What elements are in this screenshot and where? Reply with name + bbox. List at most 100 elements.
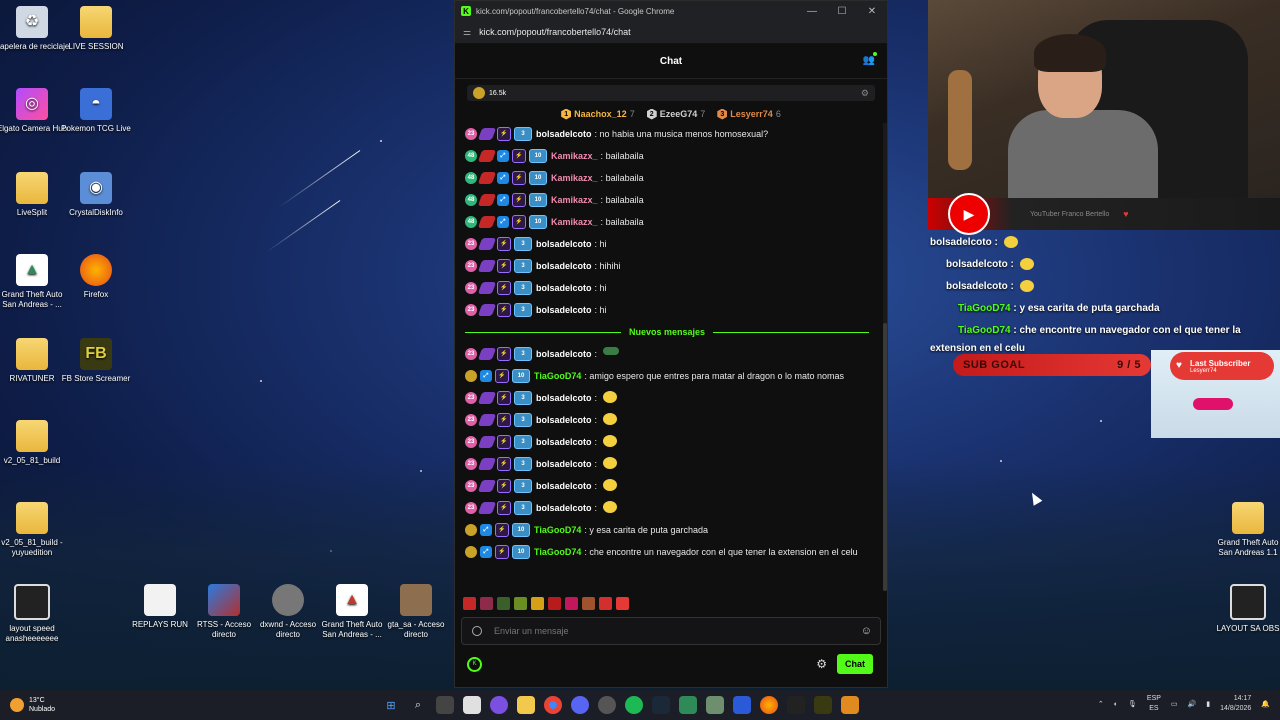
chat-username[interactable]: Kamikazx_ xyxy=(551,171,598,185)
desktop-icon-gta-11[interactable]: Grand Theft Auto San Andreas 1.1 xyxy=(1210,502,1280,558)
sub-badge: 3 xyxy=(514,259,532,273)
desktop-icon-gta-sa-exe[interactable]: gta_sa - Acceso directo xyxy=(378,584,454,640)
minimize-button[interactable]: — xyxy=(797,6,827,17)
emote-icon[interactable] xyxy=(463,596,476,610)
gta-taskbar-icon[interactable] xyxy=(679,696,697,714)
badge-icon xyxy=(477,436,497,448)
chat-username[interactable]: TiaGooD74 xyxy=(534,523,581,537)
chat-message-list[interactable]: 23 ⚡ 3 bolsadelcoto: no habia una musica me… xyxy=(455,123,879,591)
site-settings-icon[interactable]: ⚌ xyxy=(463,27,471,38)
leader-item[interactable]: 1 Naachox_12 7 xyxy=(561,108,635,120)
obs-icon[interactable] xyxy=(598,696,616,714)
emote-icon[interactable] xyxy=(616,596,629,610)
chat-username[interactable]: bolsadelcoto xyxy=(536,479,592,493)
file-explorer-icon[interactable] xyxy=(517,696,535,714)
clock[interactable]: 14:17 14/8/2026 xyxy=(1220,694,1251,714)
chat-username[interactable]: bolsadelcoto xyxy=(536,501,592,515)
chat-username[interactable]: TiaGooD74 xyxy=(534,545,581,559)
leader-name[interactable]: EzeeG74 xyxy=(660,109,698,119)
steam-icon[interactable] xyxy=(652,696,670,714)
chat-username[interactable]: Kamikazx_ xyxy=(551,149,598,163)
leader-name[interactable]: Lesyerr74 xyxy=(730,109,773,119)
elgato-taskbar-icon[interactable] xyxy=(490,696,508,714)
desktop-icon-build-yuyu[interactable]: v2_05_81_build - yuyuedition xyxy=(0,502,70,558)
close-button[interactable]: ✕ xyxy=(857,6,887,17)
chat-scrollbar[interactable] xyxy=(883,123,887,591)
chat-username[interactable]: bolsadelcoto xyxy=(536,127,592,141)
battery-icon[interactable]: ▮ xyxy=(1206,700,1210,708)
smiley-icon[interactable]: ☺ xyxy=(861,625,872,637)
chevron-up-icon[interactable]: ⌃ xyxy=(1098,700,1104,708)
leader-item[interactable]: 2 EzeeG74 7 xyxy=(646,108,705,120)
chat-username[interactable]: Kamikazx_ xyxy=(551,193,598,207)
pinned-gift-bar[interactable]: 16.5k ⚙ xyxy=(467,85,875,101)
language-indicator[interactable]: ESP ES xyxy=(1147,694,1161,714)
chat-input-box[interactable]: ☺ xyxy=(461,617,881,645)
fb-taskbar-icon[interactable] xyxy=(814,696,832,714)
discord-icon[interactable] xyxy=(571,696,589,714)
chat-username[interactable]: bolsadelcoto xyxy=(536,259,592,273)
app-icon[interactable] xyxy=(706,696,724,714)
meteor xyxy=(265,200,341,253)
search-icon[interactable]: ⌕ xyxy=(409,696,427,714)
desktop-icon-pokemon[interactable]: ◓ Pokemon TCG Live xyxy=(58,88,134,134)
gear-icon[interactable]: ⚙ xyxy=(861,88,869,99)
emote-icon[interactable] xyxy=(514,596,527,610)
task-view-icon[interactable] xyxy=(436,696,454,714)
desktop-icon-crystaldiskinfo[interactable]: ◉ CrystalDiskInfo xyxy=(58,172,134,218)
chat-colon: : xyxy=(600,173,604,183)
emote-icon[interactable] xyxy=(531,596,544,610)
desktop-icon-fb-store[interactable]: FB FB Store Screamer xyxy=(58,338,134,384)
send-chat-button[interactable]: Chat xyxy=(837,654,873,674)
chat-username[interactable]: bolsadelcoto xyxy=(536,303,592,317)
maximize-button[interactable]: ☐ xyxy=(827,6,857,17)
remote-desktop-icon[interactable] xyxy=(733,696,751,714)
chat-username[interactable]: bolsadelcoto xyxy=(536,237,592,251)
users-icon[interactable]: 👥 xyxy=(863,55,875,66)
weather-widget[interactable]: 13°C Nublado xyxy=(10,696,55,714)
emote-bar[interactable] xyxy=(463,595,629,611)
chrome-icon[interactable] xyxy=(544,696,562,714)
desktop-icon-layout-speed[interactable]: layout speed anasheeeeeee xyxy=(0,584,70,644)
emote-icon[interactable] xyxy=(599,596,612,610)
microphone-icon[interactable]: 🎙 xyxy=(1128,700,1137,708)
bolt-badge-icon: ⚡ xyxy=(497,391,511,405)
chat-username[interactable]: Kamikazx_ xyxy=(551,215,598,229)
emote-icon[interactable] xyxy=(480,596,493,610)
address-bar[interactable]: ⚌ kick.com/popout/francobertello74/chat xyxy=(455,21,887,44)
network-icon[interactable]: ◐ xyxy=(1114,701,1118,708)
emote-icon[interactable] xyxy=(548,596,561,610)
desktop-icon-live-session[interactable]: LIVE SESSION xyxy=(58,6,134,52)
app-icon[interactable] xyxy=(841,696,859,714)
gta-sa-icon xyxy=(400,584,432,616)
desktop-icon-build[interactable]: v2_05_81_build xyxy=(0,420,70,466)
spotify-icon[interactable] xyxy=(625,696,643,714)
chat-username[interactable]: bolsadelcoto xyxy=(536,435,592,449)
leader-item[interactable]: 3 Lesyerr74 6 xyxy=(717,108,781,120)
firefox-taskbar-icon[interactable] xyxy=(760,696,778,714)
emote-icon[interactable] xyxy=(497,596,510,610)
chat-username[interactable]: bolsadelcoto xyxy=(536,457,592,471)
store-icon[interactable] xyxy=(463,696,481,714)
crown-badge-icon xyxy=(465,546,477,558)
kick-icon[interactable]: K xyxy=(467,656,482,672)
desktop-icon-firefox[interactable]: Firefox xyxy=(58,254,134,300)
chat-username[interactable]: bolsadelcoto xyxy=(536,413,592,427)
notification-bell-icon[interactable]: 🔔 xyxy=(1261,700,1270,708)
chat-username[interactable]: bolsadelcoto xyxy=(536,391,592,405)
settings-gear-icon[interactable]: ⚙ xyxy=(816,657,827,671)
terminal-icon[interactable] xyxy=(787,696,805,714)
emote-icon[interactable] xyxy=(565,596,578,610)
start-icon[interactable]: ⊞ xyxy=(382,696,400,714)
desktop-icon-layout-sa-obs[interactable]: LAYOUT SA OBS xyxy=(1210,584,1280,634)
emote-icon[interactable] xyxy=(582,596,595,610)
volume-icon[interactable]: 🔊 xyxy=(1188,700,1197,708)
emote-picker-icon[interactable] xyxy=(472,626,482,636)
wifi-icon[interactable]: ▭ xyxy=(1171,700,1178,708)
chat-input[interactable] xyxy=(492,625,861,637)
badge-group: 23 ⚡ 3 xyxy=(465,501,532,515)
leader-name[interactable]: Naachox_12 xyxy=(574,109,627,119)
chat-username[interactable]: bolsadelcoto xyxy=(536,281,592,295)
chat-username[interactable]: TiaGooD74 xyxy=(534,369,581,383)
chat-username[interactable]: bolsadelcoto xyxy=(536,347,592,361)
